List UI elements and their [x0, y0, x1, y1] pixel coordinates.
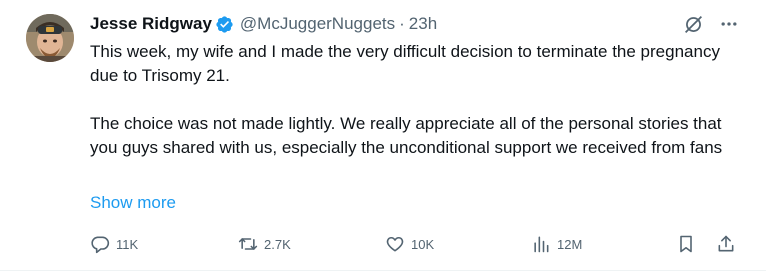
more-icon[interactable] [718, 13, 740, 35]
tweet-header: Jesse Ridgway @McJuggerNuggets · 23h [90, 13, 437, 35]
like-count: 10K [411, 236, 435, 252]
share-icon [718, 235, 734, 252]
action-bar: 11K 2.7K 10K 12M [90, 231, 740, 257]
like-button[interactable]: 10K [385, 231, 434, 257]
bookmark-icon [680, 235, 692, 253]
author-handle[interactable]: @McJuggerNuggets [240, 14, 395, 34]
tweet-paragraph-2: The choice was not made lightly. We real… [90, 114, 727, 157]
reply-count: 11K [116, 236, 139, 252]
heart-icon [386, 236, 404, 252]
tweet-paragraph-1: This week, my wife and I made the very d… [90, 42, 725, 85]
repost-count: 2.7K [264, 236, 291, 252]
reply-icon [91, 236, 110, 254]
grok-icon[interactable] [682, 13, 704, 35]
avatar-image [26, 14, 74, 62]
views-button[interactable]: 12M [531, 231, 582, 257]
repost-button[interactable]: 2.7K [238, 231, 291, 257]
bookmark-button[interactable] [676, 231, 696, 257]
tweet-text: This week, my wife and I made the very d… [90, 40, 740, 160]
views-icon [534, 236, 549, 253]
tweet[interactable]: Jesse Ridgway @McJuggerNuggets · 23h Thi… [0, 0, 766, 270]
author-name[interactable]: Jesse Ridgway [90, 14, 212, 34]
verified-badge-icon [215, 15, 234, 34]
share-button[interactable] [716, 231, 736, 257]
divider [0, 270, 766, 271]
avatar[interactable] [26, 14, 74, 62]
reply-button[interactable]: 11K [90, 231, 138, 257]
show-more-link[interactable]: Show more [90, 191, 176, 215]
separator-dot: · [399, 14, 405, 33]
timestamp[interactable]: 23h [409, 14, 437, 34]
repost-icon [238, 238, 258, 250]
top-actions [682, 13, 740, 35]
views-count: 12M [557, 236, 583, 252]
